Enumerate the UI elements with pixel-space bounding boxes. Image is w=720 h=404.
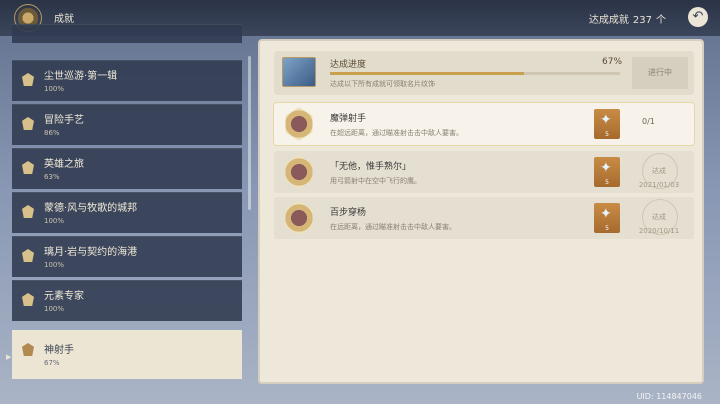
category-icon xyxy=(22,293,34,306)
completed-date: 2021/01/03 xyxy=(638,181,680,189)
sidebar-item-mondstadt[interactable]: 蒙德·风与牧歌的城邦 100% xyxy=(12,192,242,233)
achievement-row[interactable]: 百步穿杨 在远距离，通过瞄准射击击中敌人要害。 ✦ 5 达成 2020/10/11 xyxy=(274,197,694,239)
reward-count: 5 xyxy=(605,131,609,138)
sidebar-item-label: 尘世巡游·第一辑 xyxy=(44,71,118,82)
progress-title: 达成进度 xyxy=(330,60,367,70)
back-arrow-icon: ↶ xyxy=(692,9,704,24)
completed-stamp: 达成 2020/10/11 xyxy=(630,199,688,237)
sidebar-item-percent: 63% xyxy=(44,173,60,181)
achievement-name: 魔弹射手 xyxy=(330,114,367,124)
completed-date: 2020/10/11 xyxy=(638,227,680,235)
sidebar-item-percent: 100% xyxy=(44,305,65,313)
back-button[interactable]: ↶ xyxy=(688,7,708,27)
sidebar-item-label: 璃月·岩与契约的海港 xyxy=(44,247,138,258)
progress-percent: 67% xyxy=(602,57,623,67)
uid-label: UID: 114847046 xyxy=(636,392,702,401)
sidebar-item-partial[interactable] xyxy=(12,24,242,43)
achievement-count: 达成成就 237 个 xyxy=(589,11,666,26)
sidebar-item-percent: 67% xyxy=(44,359,60,367)
sidebar-item-percent: 100% xyxy=(44,261,65,269)
achievement-name: 「无他，惟手熟尔」 xyxy=(330,162,412,172)
progress-description: 达成以下所有成就可领取名片纹饰 xyxy=(330,80,435,88)
sidebar-item-wonders-of-the-world[interactable]: 尘世巡游·第一辑 100% xyxy=(12,60,242,101)
sidebar-item-label: 英雄之旅 xyxy=(44,159,84,170)
sidebar-item-liyue[interactable]: 璃月·岩与契约的海港 100% xyxy=(12,236,242,277)
achievement-description: 在远距离，通过瞄准射击击中敌人要害。 xyxy=(330,223,456,231)
category-icon xyxy=(22,249,34,262)
progress-card: 达成进度 67% 达成以下所有成就可领取名片纹饰 进行中 xyxy=(274,51,694,95)
reward-count: 5 xyxy=(605,179,609,186)
namecard-icon xyxy=(282,57,316,87)
achievement-row[interactable]: 魔弹射手 在超远距离，通过瞄准射击击中敌人要害。 ✦ 5 0/1 xyxy=(274,103,694,145)
page-title: 成就 xyxy=(54,14,74,25)
achievement-name: 百步穿杨 xyxy=(330,208,367,218)
completed-label: 达成 xyxy=(652,167,666,175)
sidebar-item-percent: 100% xyxy=(44,217,65,225)
category-icon xyxy=(22,117,34,130)
sidebar-item-elemental-specialist[interactable]: 元素专家 100% xyxy=(12,280,242,321)
progress-status: 进行中 xyxy=(632,57,688,89)
achievement-row[interactable]: 「无他，惟手熟尔」 用弓箭射中在空中飞行的鹰。 ✦ 5 达成 2021/01/03 xyxy=(274,151,694,193)
medal-icon xyxy=(285,107,313,141)
completed-label: 达成 xyxy=(652,213,666,221)
primogem-icon: ✦ xyxy=(600,206,612,222)
medal-icon xyxy=(285,201,313,235)
category-icon xyxy=(22,343,34,356)
sidebar-item-label: 冒险手艺 xyxy=(44,115,84,126)
achievement-progress: 0/1 xyxy=(642,117,655,126)
category-sidebar: 尘世巡游·第一辑 100% 冒险手艺 86% 英雄之旅 63% 蒙德·风与牧歌的… xyxy=(12,24,251,384)
sidebar-item-label: 神射手 xyxy=(44,345,74,356)
count-label: 达成成就 xyxy=(588,15,629,26)
count-unit: 个 xyxy=(656,15,666,26)
progress-bar xyxy=(330,72,620,75)
sidebar-item-label: 蒙德·风与牧歌的城邦 xyxy=(44,203,138,214)
primogem-reward: ✦ 5 xyxy=(594,109,620,139)
completed-stamp: 达成 2021/01/03 xyxy=(630,153,688,191)
category-icon xyxy=(22,73,34,86)
reward-count: 5 xyxy=(605,225,609,232)
sidebar-item-label: 元素专家 xyxy=(44,291,84,302)
progress-fill xyxy=(330,72,525,75)
primogem-reward: ✦ 5 xyxy=(594,203,620,233)
achievement-panel: 达成进度 67% 达成以下所有成就可领取名片纹饰 进行中 魔弹射手 在超远距离，… xyxy=(258,39,704,384)
category-icon xyxy=(22,205,34,218)
sidebar-item-percent: 86% xyxy=(44,129,60,137)
primogem-icon: ✦ xyxy=(600,112,612,128)
selected-marker-icon: ▶ xyxy=(6,353,12,361)
count-value: 237 xyxy=(632,15,652,26)
sidebar-item-percent: 100% xyxy=(44,85,65,93)
sidebar-scrollbar[interactable] xyxy=(248,56,251,210)
medal-icon xyxy=(285,155,313,189)
primogem-icon: ✦ xyxy=(600,160,612,176)
primogem-reward: ✦ 5 xyxy=(594,157,620,187)
category-icon xyxy=(22,161,34,174)
sidebar-item-adventure-craft[interactable]: 冒险手艺 86% xyxy=(12,104,242,145)
sidebar-item-marksman[interactable]: 神射手 67% xyxy=(12,330,242,379)
achievement-description: 用弓箭射中在空中飞行的鹰。 xyxy=(330,177,421,185)
sidebar-item-heroes-journey[interactable]: 英雄之旅 63% xyxy=(12,148,242,189)
achievement-description: 在超远距离，通过瞄准射击击中敌人要害。 xyxy=(330,129,463,137)
